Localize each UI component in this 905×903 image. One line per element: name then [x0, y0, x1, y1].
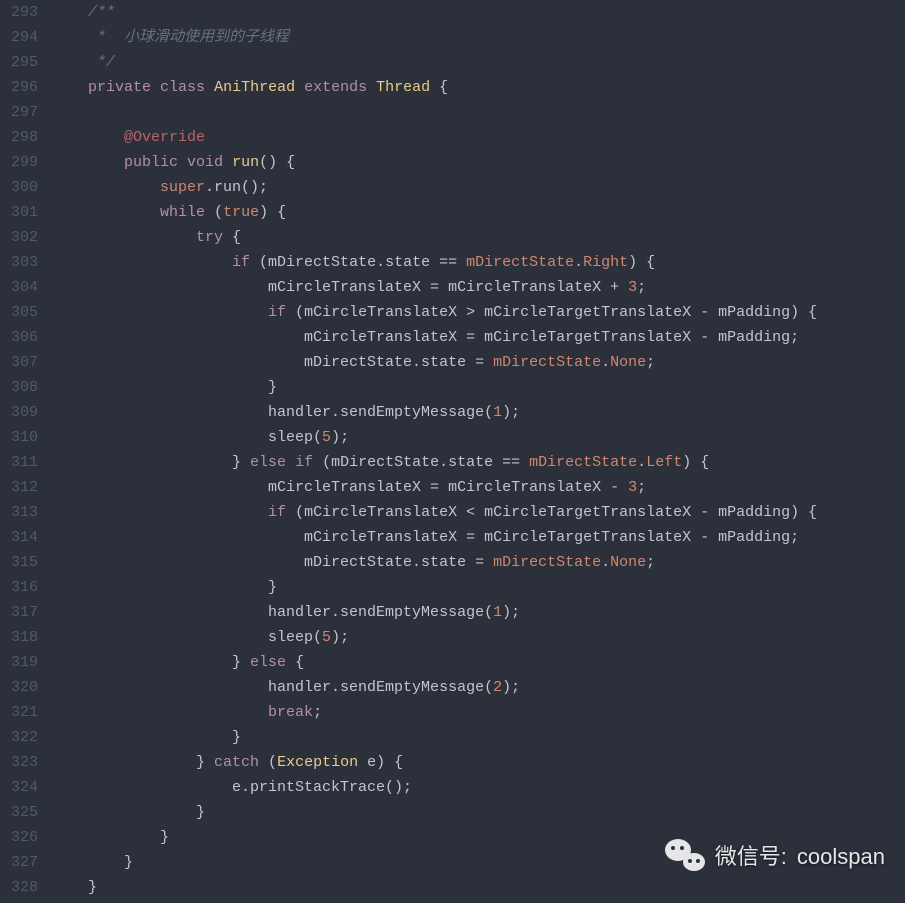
line-number: 316 — [0, 575, 38, 600]
code-line[interactable]: } catch (Exception e) { — [52, 750, 905, 775]
line-number: 296 — [0, 75, 38, 100]
line-number: 324 — [0, 775, 38, 800]
line-number: 308 — [0, 375, 38, 400]
line-number: 299 — [0, 150, 38, 175]
line-number: 312 — [0, 475, 38, 500]
line-number: 315 — [0, 550, 38, 575]
watermark-account: coolspan — [797, 844, 885, 869]
code-line[interactable]: mCircleTranslateX = mCircleTargetTransla… — [52, 525, 905, 550]
watermark-label: 微信号: — [715, 844, 787, 869]
code-line[interactable]: } — [52, 575, 905, 600]
code-line[interactable]: handler.sendEmptyMessage(1); — [52, 600, 905, 625]
line-number: 317 — [0, 600, 38, 625]
line-number: 314 — [0, 525, 38, 550]
line-number: 309 — [0, 400, 38, 425]
code-line[interactable]: sleep(5); — [52, 425, 905, 450]
line-number: 318 — [0, 625, 38, 650]
code-line[interactable]: @Override — [52, 125, 905, 150]
line-number: 307 — [0, 350, 38, 375]
wechat-watermark: 微信号: coolspan — [665, 839, 885, 873]
code-line[interactable]: e.printStackTrace(); — [52, 775, 905, 800]
code-line[interactable]: } else if (mDirectState.state == mDirect… — [52, 450, 905, 475]
code-line[interactable]: if (mCircleTranslateX < mCircleTargetTra… — [52, 500, 905, 525]
code-line[interactable]: if (mCircleTranslateX > mCircleTargetTra… — [52, 300, 905, 325]
line-number: 295 — [0, 50, 38, 75]
line-number: 320 — [0, 675, 38, 700]
line-number: 300 — [0, 175, 38, 200]
line-number: 293 — [0, 0, 38, 25]
code-line[interactable] — [52, 100, 905, 125]
wechat-icon — [665, 839, 705, 873]
code-line[interactable]: while (true) { — [52, 200, 905, 225]
line-number: 304 — [0, 275, 38, 300]
line-number: 303 — [0, 250, 38, 275]
code-line[interactable]: } else { — [52, 650, 905, 675]
line-number: 319 — [0, 650, 38, 675]
line-number: 301 — [0, 200, 38, 225]
code-line[interactable]: sleep(5); — [52, 625, 905, 650]
line-number: 302 — [0, 225, 38, 250]
code-line[interactable]: /** — [52, 0, 905, 25]
line-number: 306 — [0, 325, 38, 350]
line-number: 328 — [0, 875, 38, 900]
code-line[interactable]: } — [52, 800, 905, 825]
code-line[interactable]: mDirectState.state = mDirectState.None; — [52, 350, 905, 375]
code-line[interactable]: private class AniThread extends Thread { — [52, 75, 905, 100]
code-line[interactable]: mDirectState.state = mDirectState.None; — [52, 550, 905, 575]
code-line[interactable]: if (mDirectState.state == mDirectState.R… — [52, 250, 905, 275]
code-line[interactable]: handler.sendEmptyMessage(1); — [52, 400, 905, 425]
line-number: 311 — [0, 450, 38, 475]
line-number: 323 — [0, 750, 38, 775]
code-line[interactable]: mCircleTranslateX = mCircleTargetTransla… — [52, 325, 905, 350]
code-line[interactable]: } — [52, 875, 905, 900]
line-number: 321 — [0, 700, 38, 725]
code-line[interactable]: handler.sendEmptyMessage(2); — [52, 675, 905, 700]
line-number: 310 — [0, 425, 38, 450]
code-line[interactable]: mCircleTranslateX = mCircleTranslateX - … — [52, 475, 905, 500]
line-number: 298 — [0, 125, 38, 150]
line-number: 294 — [0, 25, 38, 50]
code-area[interactable]: /** * 小球滑动使用到的子线程 */ private class AniTh… — [48, 0, 905, 903]
code-line[interactable]: try { — [52, 225, 905, 250]
code-line[interactable]: */ — [52, 50, 905, 75]
line-number: 325 — [0, 800, 38, 825]
code-line[interactable]: } — [52, 725, 905, 750]
line-number-gutter: 2932942952962972982993003013023033043053… — [0, 0, 48, 903]
code-line[interactable]: mCircleTranslateX = mCircleTranslateX + … — [52, 275, 905, 300]
code-line[interactable]: public void run() { — [52, 150, 905, 175]
line-number: 297 — [0, 100, 38, 125]
line-number: 305 — [0, 300, 38, 325]
code-editor[interactable]: 2932942952962972982993003013023033043053… — [0, 0, 905, 903]
code-line[interactable]: * 小球滑动使用到的子线程 — [52, 25, 905, 50]
line-number: 322 — [0, 725, 38, 750]
line-number: 327 — [0, 850, 38, 875]
line-number: 313 — [0, 500, 38, 525]
code-line[interactable]: super.run(); — [52, 175, 905, 200]
line-number: 326 — [0, 825, 38, 850]
code-line[interactable]: } — [52, 375, 905, 400]
code-line[interactable]: break; — [52, 700, 905, 725]
